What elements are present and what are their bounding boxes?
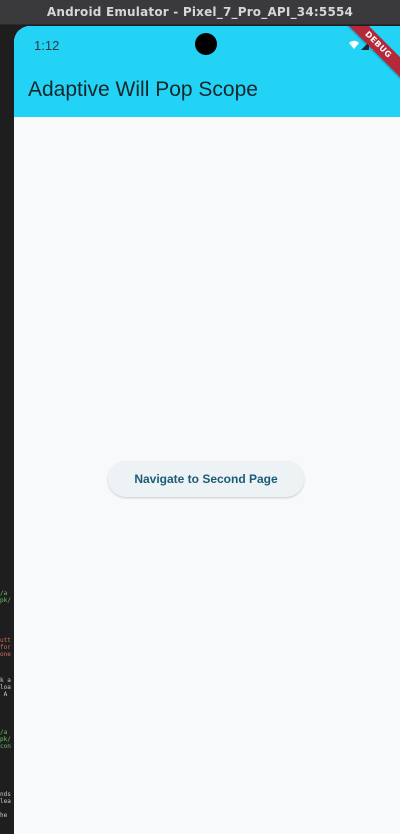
navigate-second-page-button[interactable]: Navigate to Second Page (108, 461, 304, 497)
host-code-fragment: k a loa A (0, 677, 11, 698)
host-code-fragment: /a pk/ (0, 590, 11, 604)
app-bar-title: Adaptive Will Pop Scope (28, 78, 258, 101)
host-code-fragment: nds lea he (0, 791, 11, 819)
phone-screen: 1:12 DEBUG Adaptive Will Pop Scope Navig… (14, 26, 400, 834)
app-bar: 1:12 DEBUG Adaptive Will Pop Scope (14, 26, 400, 117)
status-time: 1:12 (34, 38, 60, 53)
host-code-fragment: utt for one (0, 637, 11, 658)
host-editor-background: /a pk/ utt for one k a loa A /a pk/ con … (0, 25, 14, 834)
emulator-window-title: Android Emulator - Pixel_7_Pro_API_34:55… (0, 0, 400, 25)
debug-banner: DEBUG (342, 26, 400, 81)
camera-cutout (195, 33, 217, 55)
wifi-icon (349, 40, 359, 49)
host-code-fragment: /a pk/ con (0, 729, 11, 750)
